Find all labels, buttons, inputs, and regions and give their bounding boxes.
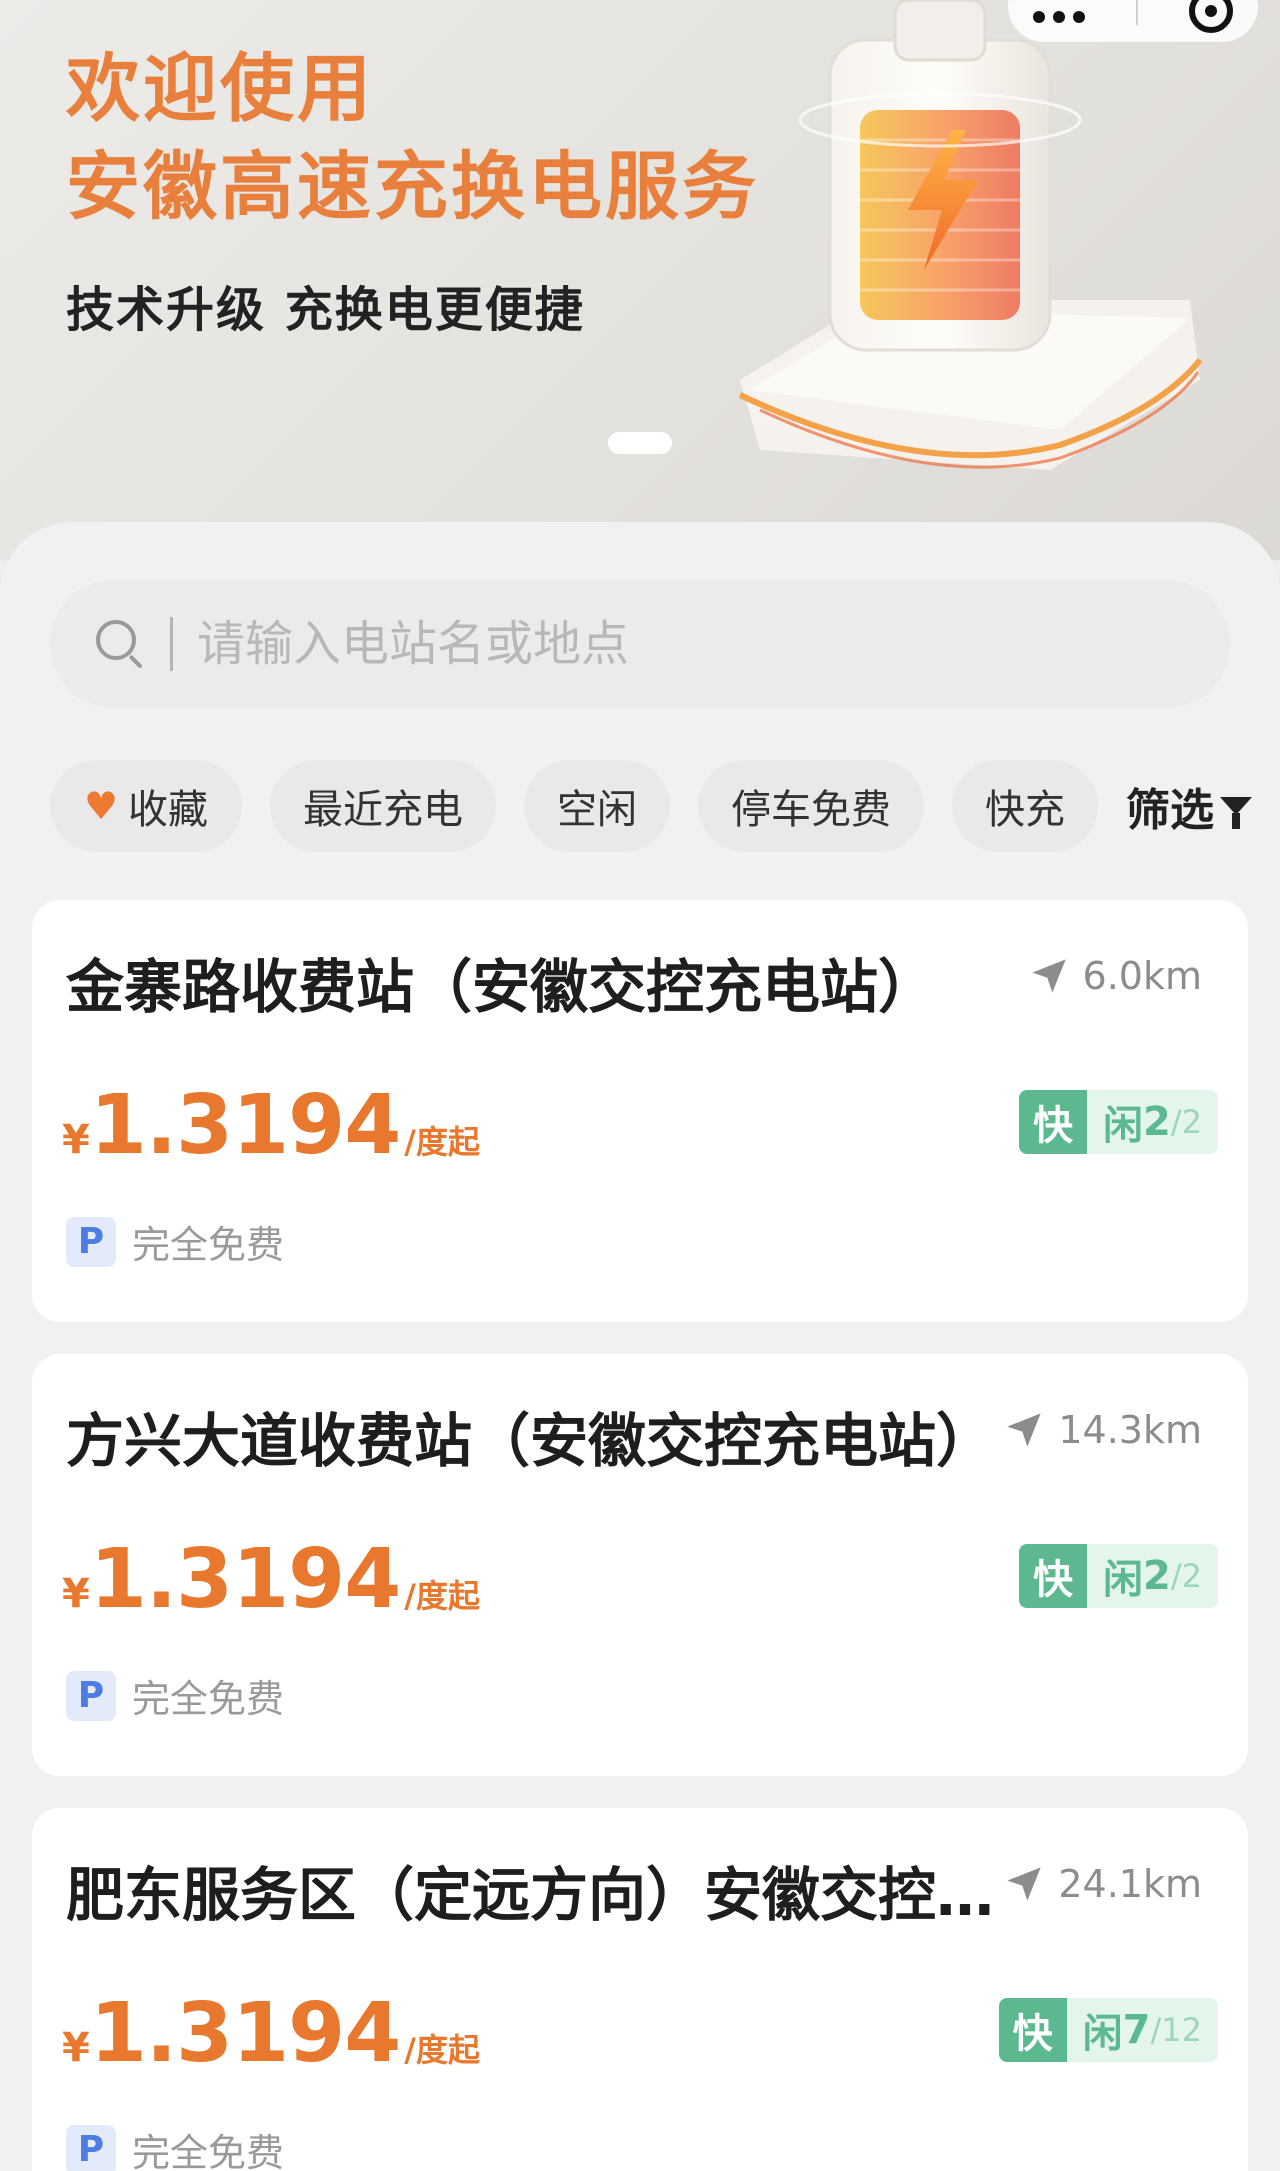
idle-label: 闲 [1103, 1103, 1144, 1149]
filter-bar: ♥ 收藏 最近充电 空闲 停车免费 快充 筛选 [50, 758, 1260, 854]
idle-count: 2 [1143, 1099, 1171, 1145]
idle-count-badge: 闲 7 /12 [1066, 1998, 1218, 2062]
banner-subtitle: 技术升级 充换电更便捷 [66, 282, 585, 338]
banner-title-line2: 安徽高速充换电服务 [66, 144, 759, 230]
filter-chip-fast[interactable]: 快充 [952, 760, 1098, 852]
search-icon [96, 620, 144, 669]
station-price: ¥ 1.3194 /度起 [62, 1532, 480, 1627]
idle-count: 7 [1122, 2007, 1151, 2053]
fast-charge-badge: 快 [1019, 1090, 1088, 1154]
price-unit: /度起 [404, 2031, 480, 2069]
charger-status: 快 闲 2 /2 [1019, 1090, 1218, 1154]
filter-chip-label: 停车免费 [731, 787, 891, 833]
currency-symbol: ¥ [62, 1571, 90, 1617]
banner-title-line1: 欢迎使用 [66, 46, 374, 132]
navigation-arrow-icon [1031, 959, 1066, 993]
distance-value: 24.1km [1058, 1862, 1202, 1906]
miniprogram-capsule[interactable] [1008, 0, 1258, 42]
filter-chip-label: 空闲 [557, 787, 637, 833]
price-unit: /度起 [404, 1123, 480, 1161]
close-miniprogram-icon[interactable] [1188, 0, 1233, 33]
navigation-arrow-icon [1007, 1867, 1042, 1901]
station-price: ¥ 1.3194 /度起 [62, 1078, 480, 1173]
filter-button[interactable]: 筛选 [1126, 774, 1252, 838]
fast-charge-badge: 快 [1019, 1544, 1088, 1608]
station-price: ¥ 1.3194 /度起 [62, 1986, 480, 2081]
parking-fee: 完全免费 [132, 1223, 285, 1267]
total-count: /2 [1170, 1557, 1202, 1595]
parking-icon: P [66, 1216, 116, 1267]
distance-value: 6.0km [1082, 954, 1202, 998]
filter-button-label: 筛选 [1126, 785, 1214, 836]
parking-fee: 完全免费 [132, 1677, 285, 1721]
idle-count: 2 [1143, 1553, 1171, 1599]
idle-count-badge: 闲 2 /2 [1087, 1090, 1218, 1154]
parking-info: P 完全免费 [66, 1214, 284, 1269]
station-card[interactable]: 金寨路收费站（安徽交控充电站） 6.0km ¥ 1.3194 /度起 快 闲 2… [32, 900, 1248, 1322]
parking-fee: 完全免费 [132, 2131, 285, 2171]
price-unit: /度起 [404, 1577, 480, 1615]
filter-chip-idle[interactable]: 空闲 [524, 760, 670, 852]
filter-chip-label: 最近充电 [303, 787, 463, 833]
parking-icon: P [66, 2124, 116, 2171]
charger-status: 快 闲 2 /2 [1019, 1544, 1218, 1608]
carousel-indicator [608, 432, 672, 454]
station-distance: 6.0km [1029, 954, 1202, 998]
idle-label: 闲 [1103, 1557, 1144, 1603]
station-name: 方兴大道收费站（安徽交控充电站） [66, 1407, 995, 1475]
filter-chip-free-parking[interactable]: 停车免费 [698, 760, 924, 852]
station-distance: 14.3km [1004, 1408, 1202, 1452]
total-count: /12 [1150, 2011, 1203, 2049]
charger-illustration [738, 0, 1203, 470]
idle-label: 闲 [1082, 2011, 1123, 2057]
search-bar[interactable] [50, 580, 1230, 708]
currency-symbol: ¥ [62, 2025, 90, 2071]
idle-count-badge: 闲 2 /2 [1087, 1544, 1218, 1608]
heart-icon: ♥ [83, 784, 119, 828]
fast-charge-badge: 快 [998, 1998, 1067, 2062]
navigation-arrow-icon [1007, 1413, 1042, 1447]
price-value: 1.3194 [89, 1078, 401, 1173]
promo-banner[interactable]: 欢迎使用 安徽高速充换电服务 技术升级 充换电更便捷 [0, 0, 1280, 560]
more-icon[interactable] [1033, 11, 1086, 23]
distance-value: 14.3km [1058, 1408, 1202, 1452]
filter-chip-recent[interactable]: 最近充电 [270, 760, 496, 852]
station-card[interactable]: 肥东服务区（定远方向）安徽交控充电站 24.1km ¥ 1.3194 /度起 快… [32, 1808, 1248, 2171]
search-input[interactable] [197, 616, 1097, 672]
station-list-panel: ♥ 收藏 最近充电 空闲 停车免费 快充 筛选 金寨路收费站（安徽交控充电站） … [0, 522, 1280, 2171]
price-value: 1.3194 [89, 1986, 401, 2081]
total-count: /2 [1170, 1103, 1202, 1141]
station-name: 肥东服务区（定远方向）安徽交控充电站 [66, 1861, 1006, 1929]
filter-chip-favorites[interactable]: ♥ 收藏 [50, 760, 242, 852]
charger-status: 快 闲 7 /12 [998, 1998, 1218, 2062]
currency-symbol: ¥ [62, 1117, 90, 1163]
price-value: 1.3194 [89, 1532, 401, 1627]
station-distance: 24.1km [1004, 1862, 1202, 1906]
filter-chip-label: 快充 [985, 787, 1065, 833]
station-card[interactable]: 方兴大道收费站（安徽交控充电站） 14.3km ¥ 1.3194 /度起 快 闲… [32, 1354, 1248, 1776]
parking-info: P 完全免费 [66, 2122, 284, 2171]
filter-chip-label: 收藏 [128, 787, 209, 833]
text-cursor [170, 617, 173, 671]
parking-icon: P [66, 1670, 116, 1721]
funnel-icon [1220, 797, 1252, 829]
station-name: 金寨路收费站（安徽交控充电站） [66, 953, 937, 1021]
parking-info: P 完全免费 [66, 1668, 284, 1723]
banner-title: 欢迎使用 安徽高速充换电服务 [66, 40, 759, 236]
